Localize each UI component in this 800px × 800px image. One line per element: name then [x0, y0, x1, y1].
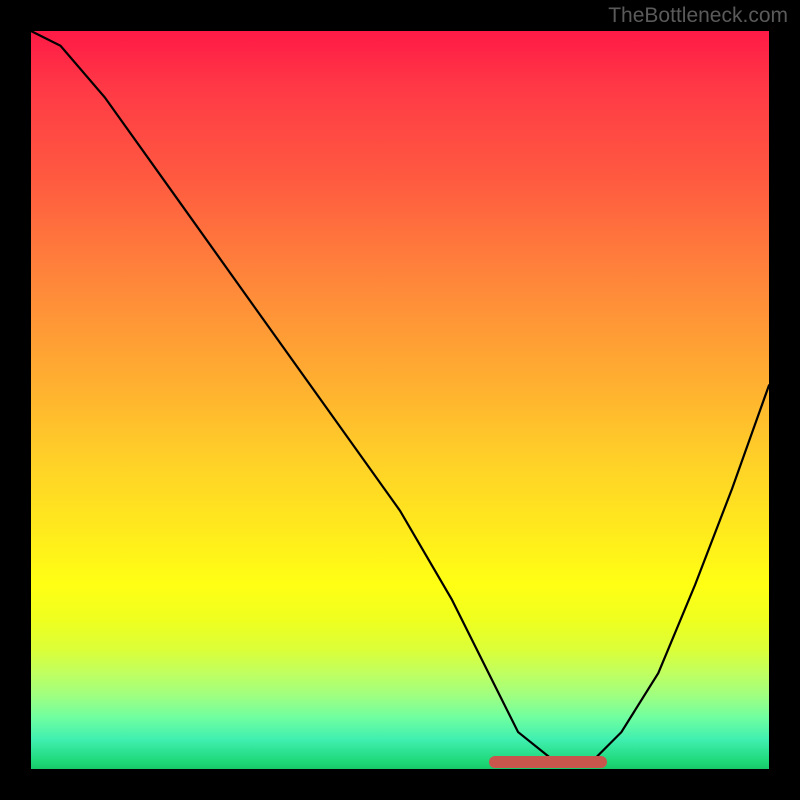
curve-path: [31, 31, 769, 762]
valley-marker: [489, 756, 607, 768]
bottleneck-curve: [31, 31, 769, 769]
plot-area: [31, 31, 769, 769]
watermark-text: TheBottleneck.com: [608, 4, 788, 28]
